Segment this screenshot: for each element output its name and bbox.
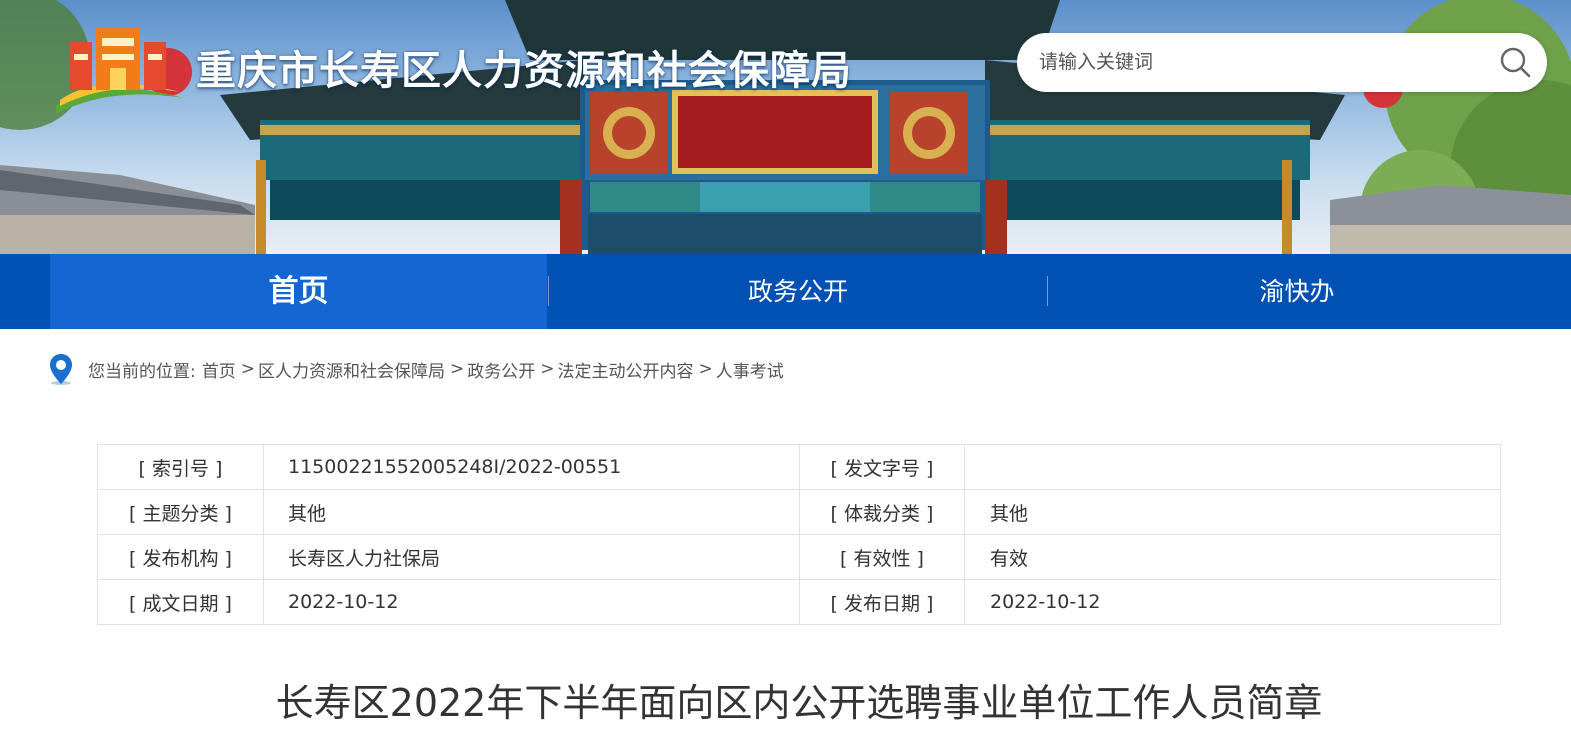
- info-label-document-number: [ 发文字号 ]: [799, 444, 965, 490]
- breadcrumb-link-government-affairs[interactable]: 政务公开: [467, 357, 535, 382]
- info-label-topic-category: [ 主题分类 ]: [97, 489, 264, 535]
- location-pin-icon: [50, 354, 72, 385]
- nav-item-yukuaiban[interactable]: 渝快办: [1048, 254, 1546, 329]
- nav-item-government-affairs[interactable]: 政务公开: [549, 254, 1047, 329]
- info-label-validity: [ 有效性 ]: [799, 534, 965, 580]
- info-label-index-number: [ 索引号 ]: [97, 444, 264, 490]
- breadcrumb-separator: >: [240, 359, 255, 379]
- city-gate-logo-icon: [56, 28, 184, 114]
- search-input[interactable]: [1039, 47, 1479, 77]
- info-value-publish-date: 2022-10-12: [964, 579, 1501, 625]
- nav-item-home[interactable]: 首页: [50, 254, 547, 329]
- info-label-publish-date: [ 发布日期 ]: [799, 579, 965, 625]
- info-value-publisher: 长寿区人力社保局: [263, 534, 800, 580]
- info-value-topic-category: 其他: [263, 489, 800, 535]
- info-value-index-number: 11500221552005248I/2022-00551: [263, 444, 800, 490]
- info-value-document-number: [964, 444, 1501, 490]
- breadcrumb: 您当前的位置: 首页 > 区人力资源和社会保障局 > 政务公开 > 法定主动公开…: [48, 352, 784, 386]
- document-info-table: [ 索引号 ] 11500221552005248I/2022-00551 [ …: [97, 444, 1501, 625]
- breadcrumb-link-statutory-disclosure[interactable]: 法定主动公开内容: [557, 357, 693, 382]
- search-icon[interactable]: [1498, 45, 1532, 79]
- table-row: [ 发布机构 ] 长寿区人力社保局 [ 有效性 ] 有效: [97, 534, 1501, 580]
- table-row: [ 主题分类 ] 其他 [ 体裁分类 ] 其他: [97, 489, 1501, 535]
- breadcrumb-separator: >: [449, 359, 465, 379]
- info-value-written-date: 2022-10-12: [263, 579, 800, 625]
- search-box: [1017, 33, 1547, 92]
- breadcrumb-separator: >: [698, 359, 713, 379]
- info-value-genre-category: 其他: [964, 489, 1501, 535]
- breadcrumb-link-personnel-exam[interactable]: 人事考试: [716, 357, 784, 382]
- article-title: 长寿区2022年下半年面向区内公开选聘事业单位工作人员简章: [275, 681, 1323, 725]
- site-title: 重庆市长寿区人力资源和社会保障局: [196, 48, 852, 94]
- table-row: [ 索引号 ] 11500221552005248I/2022-00551 [ …: [97, 444, 1501, 490]
- breadcrumb-separator: >: [540, 359, 555, 379]
- info-label-genre-category: [ 体裁分类 ]: [799, 489, 965, 535]
- info-label-written-date: [ 成文日期 ]: [97, 579, 264, 625]
- main-nav: 首页 政务公开 渝快办: [0, 254, 1571, 329]
- breadcrumb-link-bureau[interactable]: 区人力资源和社会保障局: [258, 357, 445, 382]
- breadcrumb-link-home[interactable]: 首页: [202, 357, 236, 382]
- info-value-validity: 有效: [964, 534, 1501, 580]
- breadcrumb-prefix: 您当前的位置:: [88, 361, 196, 382]
- info-label-publisher: [ 发布机构 ]: [97, 534, 264, 580]
- table-row: [ 成文日期 ] 2022-10-12 [ 发布日期 ] 2022-10-12: [97, 579, 1501, 625]
